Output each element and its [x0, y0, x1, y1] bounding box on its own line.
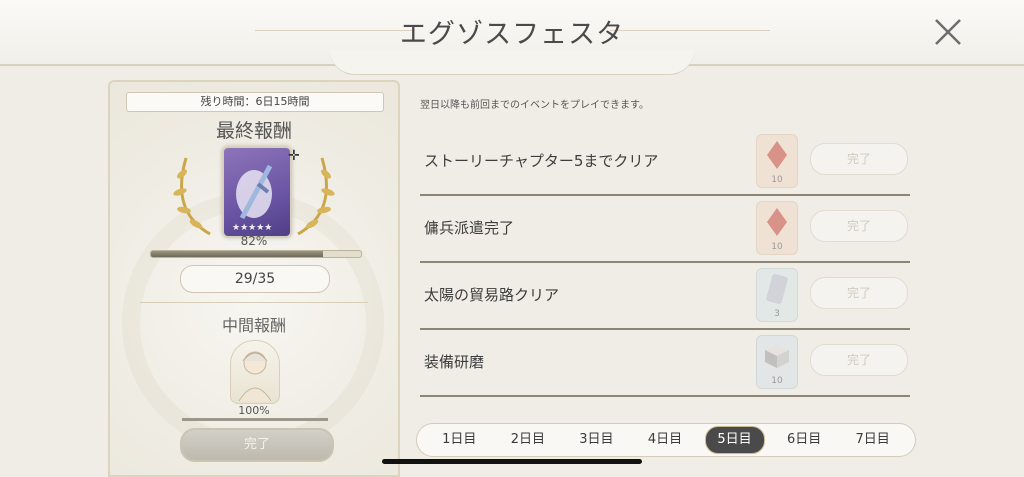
close-icon[interactable]	[930, 14, 966, 50]
claim-button[interactable]: 完了	[810, 143, 908, 175]
mission-row: 太陽の貿易路クリア 3 完了	[420, 262, 910, 330]
svg-text:★★★★★: ★★★★★	[232, 223, 272, 233]
tab-day-2[interactable]: 2日目	[499, 427, 557, 453]
mission-count: 29/35	[180, 265, 330, 293]
tab-day-1[interactable]: 1日目	[430, 427, 488, 453]
tab-day-6[interactable]: 6日目	[775, 427, 833, 453]
item-quantity: 10	[771, 175, 783, 185]
complete-button[interactable]: 完了	[180, 428, 334, 462]
character-portrait-icon	[238, 351, 272, 402]
mission-reward-item[interactable]: 3	[756, 268, 798, 322]
reward-panel: 残り時間：6日15時間 最終報酬 ★★★★★ ✛ 82% 29/35 中間報酬	[108, 80, 400, 477]
tab-day-5[interactable]: 5日目	[704, 426, 765, 454]
mission-reward-item[interactable]: 10	[756, 134, 798, 188]
silver-ticket-icon	[766, 274, 788, 304]
day-tabs: 1日目 2日目 3日目 4日目 5日目 6日目 7日目	[416, 423, 916, 457]
cube-icon	[765, 344, 789, 368]
final-progress-bar	[150, 250, 362, 258]
claim-button[interactable]: 完了	[810, 344, 908, 376]
mission-label: ストーリーチャプター5までクリア	[424, 152, 659, 170]
tab-day-4[interactable]: 4日目	[636, 427, 694, 453]
page-title: エグゾスフェスタ	[399, 19, 625, 50]
mission-reward-item[interactable]: 10	[756, 201, 798, 255]
panel-divider	[140, 302, 368, 303]
claim-button[interactable]: 完了	[810, 210, 908, 242]
mission-label: 傭兵派遣完了	[424, 219, 515, 237]
claim-button[interactable]: 完了	[810, 277, 908, 309]
plus-icon: ✛	[288, 148, 300, 164]
final-reward-title: 最終報酬	[215, 120, 292, 142]
remaining-time: 残り時間：6日15時間	[126, 92, 384, 112]
item-quantity: 3	[774, 309, 780, 319]
sword-icon: ★★★★★	[232, 164, 272, 233]
final-reward-sword-card[interactable]: ★★★★★	[222, 146, 292, 238]
laurel-left-icon	[173, 157, 211, 236]
mid-progress-bar	[182, 418, 328, 421]
red-gem-icon	[767, 141, 787, 169]
header-scroll-ornament	[330, 50, 694, 75]
mission-label: 太陽の貿易路クリア	[424, 286, 560, 304]
final-progress-fill	[151, 251, 324, 257]
header-bar: エグゾスフェスタ	[0, 0, 1024, 75]
mid-reward-title: 中間報酬	[221, 316, 286, 335]
laurel-right-icon	[297, 157, 335, 236]
mission-row: 傭兵派遣完了 10 完了	[420, 195, 910, 263]
home-indicator[interactable]	[382, 459, 642, 464]
tab-day-3[interactable]: 3日目	[567, 427, 625, 453]
mid-reward-character[interactable]	[230, 340, 280, 404]
tab-day-7[interactable]: 7日目	[844, 427, 902, 453]
mid-progress-percent: 100%	[238, 404, 270, 417]
red-gem-icon	[767, 208, 787, 236]
item-quantity: 10	[771, 242, 783, 252]
item-quantity: 10	[771, 376, 783, 386]
mission-label: 装備研磨	[424, 353, 485, 371]
mission-row: 装備研磨 10 完了	[420, 329, 910, 397]
event-notice: 翌日以降も前回までのイベントをプレイできます。	[420, 100, 649, 111]
mission-row: ストーリーチャプター5までクリア 10 完了	[420, 128, 910, 196]
final-progress-percent: 82%	[240, 234, 268, 248]
mission-reward-item[interactable]: 10	[756, 335, 798, 389]
